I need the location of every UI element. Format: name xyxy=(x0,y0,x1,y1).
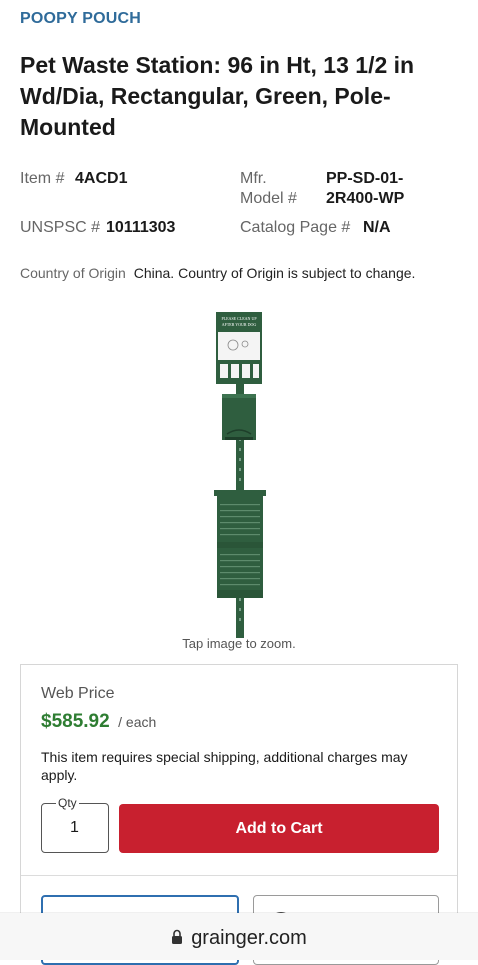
product-title: Pet Waste Station: 96 in Ht, 13 1/2 in W… xyxy=(20,52,415,140)
web-price-label: Web Price xyxy=(41,685,115,702)
country-of-origin: Country of Origin China. Country of Orig… xyxy=(20,265,415,281)
sign-text-line2: AFTER YOUR DOG xyxy=(222,322,257,327)
quantity-value[interactable]: 1 xyxy=(70,819,79,837)
zoom-hint: Tap image to zoom. xyxy=(182,636,296,651)
browser-url-bar[interactable]: grainger.com xyxy=(0,913,478,960)
sign-text-line1: PLEASE CLEAN UP xyxy=(221,316,257,321)
price-unit: / each xyxy=(118,714,157,730)
divider xyxy=(21,875,457,876)
item-number-label: Item # xyxy=(20,170,65,187)
url-text: grainger.com xyxy=(191,927,307,949)
price-row: $585.92 / each xyxy=(41,711,156,733)
product-image[interactable]: PLEASE CLEAN UP AFTER YOUR DOG xyxy=(205,308,275,638)
unspsc-label: UNSPSC # xyxy=(20,219,101,236)
url-display[interactable]: grainger.com xyxy=(0,927,478,950)
origin-value: China. Country of Origin is subject to c… xyxy=(133,265,416,281)
shipping-note: This item requires special shipping, add… xyxy=(41,749,408,783)
price-value: $585.92 xyxy=(41,711,110,732)
mfr-label-line2: Model # xyxy=(240,190,297,207)
catalog-page-value: N/A xyxy=(363,219,391,236)
mfr-label-line1: Mfr. xyxy=(240,170,267,187)
catalog-page-label: Catalog Page # xyxy=(240,219,351,236)
quantity-label: Qty xyxy=(56,796,79,810)
lock-icon xyxy=(172,929,183,944)
mfr-model-value-line1: PP-SD-01- xyxy=(326,170,404,187)
add-to-cart-button[interactable]: Add to Cart xyxy=(119,804,439,853)
unspsc-value: 10111303 xyxy=(106,219,176,236)
mfr-model-value-line2: 2R400-WP xyxy=(326,190,405,207)
origin-label: Country of Origin xyxy=(20,265,126,281)
quantity-field[interactable]: Qty 1 xyxy=(41,796,109,853)
item-number-value: 4ACD1 xyxy=(75,170,128,187)
brand-name[interactable]: POOPY POUCH xyxy=(20,10,141,28)
